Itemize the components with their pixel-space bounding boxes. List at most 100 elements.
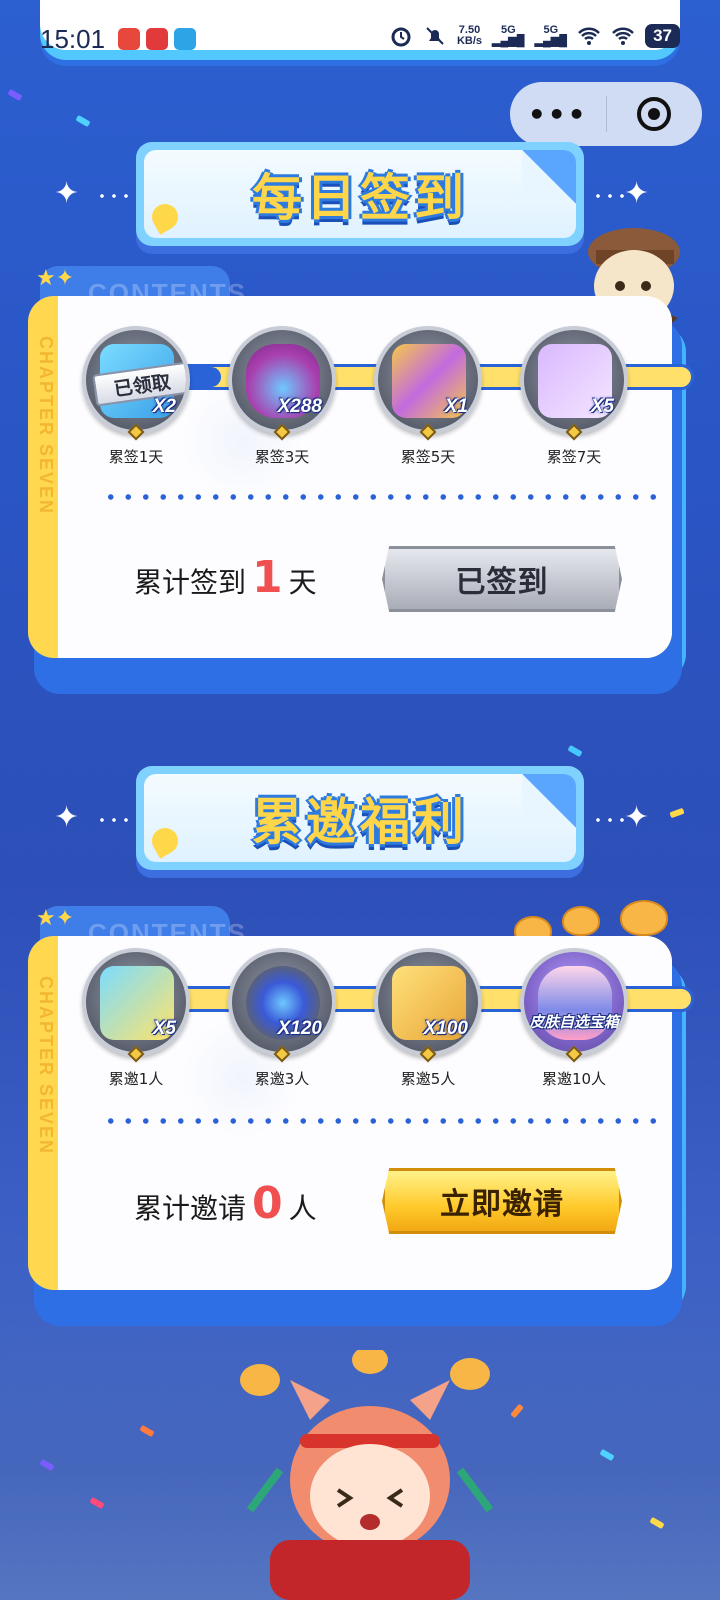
- confetti: [599, 1448, 615, 1462]
- confetti: [669, 807, 685, 819]
- status-indicators: 7.50 KB/s 5G ▂▄▆█ 5G ▂▄▆█ 37: [389, 24, 680, 48]
- reward-item[interactable]: 皮肤自选宝箱 累邀10人: [520, 948, 628, 1089]
- dotted-divider: [102, 494, 656, 500]
- signin-card: CONTENTS ★✦ CHAPTER SEVEN 已领取 X2 累签1天 X2…: [28, 266, 694, 694]
- close-target-button[interactable]: [607, 97, 703, 131]
- battery-indicator: 37: [645, 24, 680, 48]
- reward-qty: 皮肤自选宝箱: [528, 1013, 619, 1031]
- leaf-icon: [147, 823, 183, 859]
- signal-1: 5G ▂▄▆█: [492, 24, 525, 47]
- status-time: 15:01: [40, 24, 106, 54]
- reward-item[interactable]: X100 累邀5人: [374, 948, 482, 1089]
- reward-label: 累签7天: [546, 448, 602, 466]
- side-chapter-text: CHAPTER SEVEN: [36, 976, 56, 1156]
- app-notification-icon: [118, 28, 140, 50]
- count-value: 0: [252, 1178, 283, 1229]
- card-body: CHAPTER SEVEN 已领取 X2 累签1天 X288 累签3天 X1 累…: [28, 296, 694, 658]
- reward-label: 累邀1人: [108, 1070, 164, 1088]
- signin-title: 每日签到: [252, 169, 468, 227]
- reward-item[interactable]: X5 累签7天: [520, 326, 628, 467]
- dot-divider: [592, 818, 624, 822]
- reward-coin: X100: [374, 948, 482, 1056]
- count-prefix: 累计邀请: [134, 1192, 247, 1225]
- leaf-icon: [147, 199, 183, 235]
- card-content: X5 累邀1人 X120 累邀3人 X100 累邀5人 皮肤自选宝箱 累邀10人…: [58, 936, 694, 1290]
- signin-banner: 每日签到: [136, 142, 584, 246]
- confetti: [39, 1458, 55, 1472]
- reward-qty: X5: [152, 1018, 176, 1039]
- reward-label: 累签1天: [108, 448, 164, 466]
- reward-coin: X1: [374, 326, 482, 434]
- reward-item[interactable]: X1 累签5天: [374, 326, 482, 467]
- net-speed: 7.50 KB/s: [456, 24, 483, 47]
- telegram-icon: [174, 28, 196, 50]
- miniprogram-capsule: •••: [510, 82, 702, 146]
- reward-item[interactable]: X120 累邀3人: [228, 948, 336, 1089]
- reward-coin: X5: [82, 948, 190, 1056]
- count-suffix: 天: [288, 566, 317, 599]
- invite-title: 累邀福利: [252, 793, 468, 851]
- reward-qty: X120: [277, 1018, 322, 1039]
- page-curl: [522, 774, 576, 828]
- card-body: CHAPTER SEVEN X5 累邀1人 X120 累邀3人 X100 累邀5…: [28, 936, 694, 1290]
- sparkle-icon: ✦: [54, 176, 80, 211]
- confetti: [649, 1516, 665, 1530]
- confetti: [75, 114, 91, 128]
- reward-label: 累签3天: [254, 448, 310, 466]
- invite-card: CONTENTS ★✦ CHAPTER SEVEN X5 累邀1人 X120 累…: [28, 906, 694, 1326]
- reward-qty: X2: [152, 396, 176, 417]
- signal-2: 5G ▂▄▆█: [534, 24, 568, 47]
- count-prefix: 累计签到: [134, 566, 247, 599]
- star-icon: ★✦: [36, 906, 75, 931]
- kfc-icon: [146, 28, 168, 50]
- reward-label: 累签5天: [400, 448, 456, 466]
- mute-bell-icon: [423, 25, 447, 47]
- confetti: [89, 1496, 105, 1510]
- cookie-icon: [620, 900, 668, 936]
- reward-item[interactable]: X288 累签3天: [228, 326, 336, 467]
- confetti: [139, 1424, 155, 1438]
- reward-item[interactable]: 已领取 X2 累签1天: [82, 326, 190, 467]
- close-target-icon: [637, 97, 672, 131]
- sparkle-icon: ✦: [624, 176, 650, 211]
- dotted-divider: [102, 1118, 656, 1124]
- reward-qty: X100: [423, 1018, 468, 1039]
- invite-count: 累计邀请 0 人: [134, 1178, 317, 1229]
- signin-count: 累计签到 1 天: [134, 552, 317, 603]
- confetti: [567, 744, 583, 758]
- wifi-icon: [577, 25, 601, 47]
- reward-label: 累邀3人: [254, 1070, 310, 1088]
- reward-coin: X120: [228, 948, 336, 1056]
- confetti: [7, 88, 23, 102]
- reward-qty: X1: [444, 396, 468, 417]
- reward-label: 累邀5人: [400, 1070, 456, 1088]
- count-suffix: 人: [288, 1192, 317, 1225]
- invite-banner: 累邀福利: [136, 766, 584, 870]
- wifi-icon-2: [611, 25, 635, 47]
- sparkle-icon: ✦: [624, 800, 650, 835]
- dot-divider: [96, 818, 128, 822]
- reward-qty: X288: [277, 396, 322, 417]
- page-curl: [522, 150, 576, 204]
- cookie-icon: [562, 906, 600, 936]
- more-icon[interactable]: •••: [510, 98, 606, 131]
- dot-divider: [592, 194, 624, 198]
- reward-coin: X5: [520, 326, 628, 434]
- reward-item[interactable]: X5 累邀1人: [82, 948, 190, 1089]
- reward-label: 累邀10人: [541, 1070, 607, 1088]
- alarm-icon: [389, 25, 413, 47]
- reward-coin: X288: [228, 326, 336, 434]
- count-value: 1: [252, 552, 283, 603]
- card-content: 已领取 X2 累签1天 X288 累签3天 X1 累签5天 X5 累签7天 累计…: [58, 296, 694, 658]
- invite-now-button[interactable]: 立即邀请: [382, 1168, 622, 1234]
- cat-mascot: [220, 1346, 520, 1600]
- reward-coin: 皮肤自选宝箱: [520, 948, 628, 1056]
- status-app-icons: [118, 28, 196, 50]
- signed-in-button[interactable]: 已签到: [382, 546, 622, 612]
- reward-coin: 已领取 X2: [82, 326, 190, 434]
- status-bar: 15:01 7.50 KB/s 5G ▂▄▆█ 5G ▂▄▆█ 37: [0, 0, 720, 76]
- side-chapter-text: CHAPTER SEVEN: [36, 336, 56, 516]
- reward-qty: X5: [590, 396, 614, 417]
- star-icon: ★✦: [36, 266, 75, 291]
- sparkle-icon: ✦: [54, 800, 80, 835]
